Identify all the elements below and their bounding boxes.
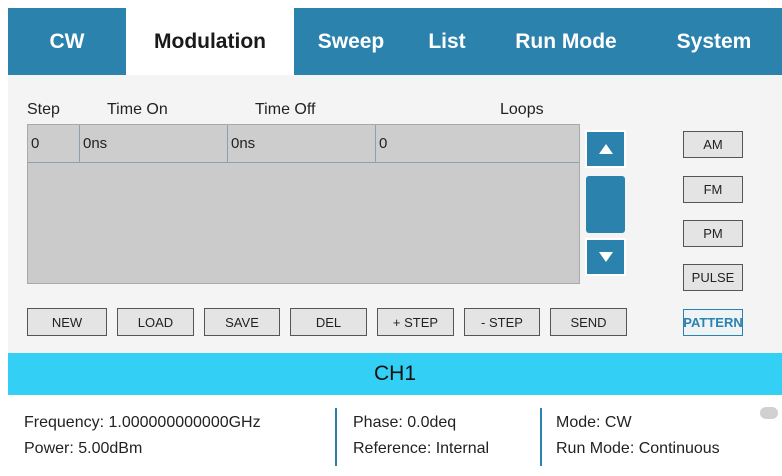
triangle-down-icon [598,252,613,262]
phase-readout: Phase: 0.0deq [353,414,457,431]
save-button[interactable]: SAVE [204,308,280,336]
reference-readout: Reference: Internal [353,440,490,457]
tab-run-mode[interactable]: Run Mode [486,8,646,75]
tab-sweep[interactable]: Sweep [294,8,408,75]
remove-step-button[interactable]: - STEP [464,308,540,336]
scroll-down-button[interactable] [585,238,626,276]
column-header-loops: Loops [500,101,544,118]
pattern-button[interactable]: PATTERN [683,309,743,336]
frequency-readout: Frequency: 1.000000000000GHz [24,414,261,431]
status-divider [335,408,337,466]
triangle-up-icon [598,144,613,154]
load-button[interactable]: LOAD [117,308,194,336]
column-header-time-off: Time Off [255,101,316,118]
channel-header: CH1 [8,353,782,395]
tab-system[interactable]: System [646,8,782,75]
column-header-time-on: Time On [107,101,168,118]
new-button[interactable]: NEW [27,308,107,336]
scrollbar-thumb[interactable] [586,176,625,233]
tab-list[interactable]: List [408,8,486,75]
pulse-button[interactable]: PULSE [683,264,743,291]
status-dot-icon [760,407,778,419]
table-cell-time-on[interactable]: 0ns [80,125,228,162]
send-button[interactable]: SEND [550,308,627,336]
scroll-up-button[interactable] [585,130,626,168]
table-cell-loops[interactable]: 0 [376,125,579,162]
tab-modulation[interactable]: Modulation [126,8,294,75]
delete-button[interactable]: DEL [290,308,367,336]
table-row[interactable]: 0 0ns 0ns 0 [28,125,579,163]
am-button[interactable]: AM [683,131,743,158]
column-header-step: Step [27,101,60,118]
run-mode-readout: Run Mode: Continuous [556,440,720,457]
tab-cw[interactable]: CW [8,8,126,75]
power-readout: Power: 5.00dBm [24,440,143,457]
table-cell-time-off[interactable]: 0ns [228,125,376,162]
status-bar [8,395,782,476]
pattern-table: 0 0ns 0ns 0 [27,124,580,284]
table-cell-step[interactable]: 0 [28,125,80,162]
mode-readout: Mode: CW [556,414,632,431]
add-step-button[interactable]: + STEP [377,308,454,336]
fm-button[interactable]: FM [683,176,743,203]
status-divider [540,408,542,466]
pm-button[interactable]: PM [683,220,743,247]
